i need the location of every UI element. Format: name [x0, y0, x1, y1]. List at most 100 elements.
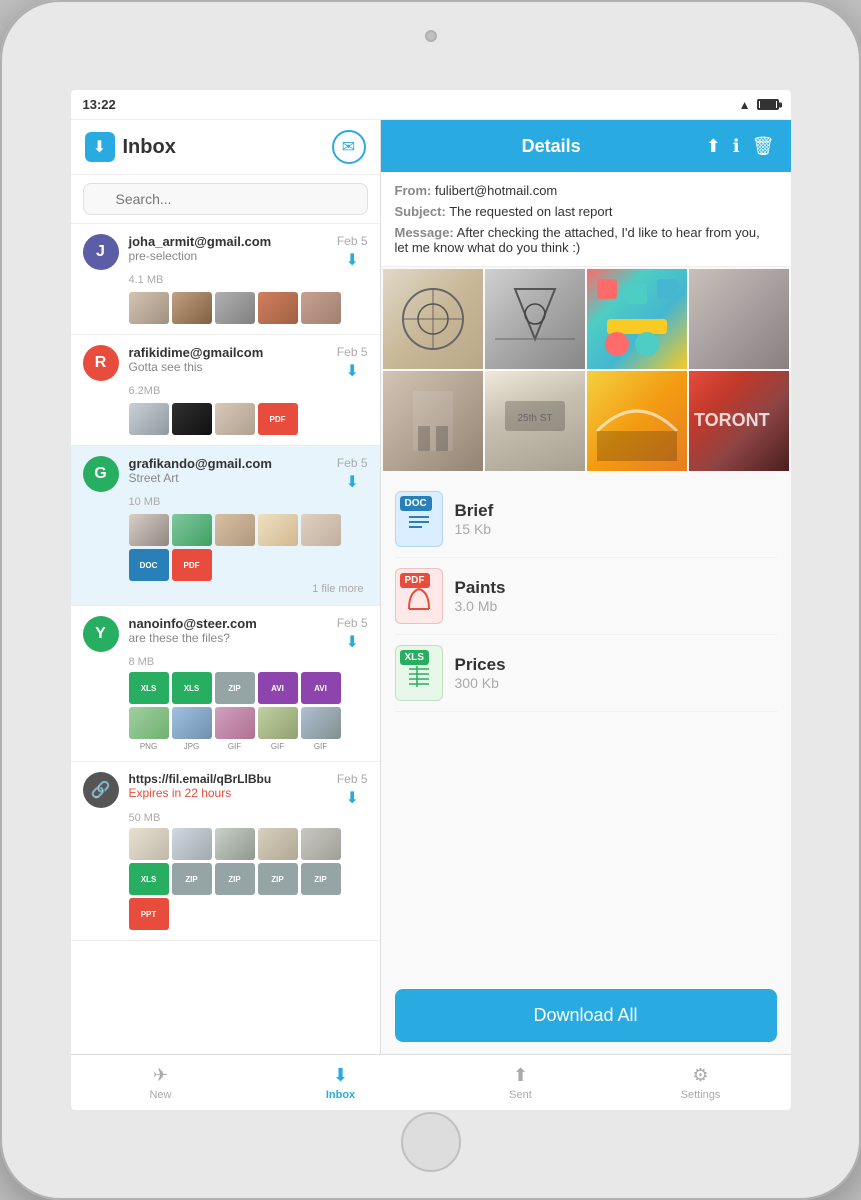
- photo-cell[interactable]: [689, 269, 789, 369]
- subject-row: Subject: The requested on last report: [395, 201, 777, 222]
- photo-cell[interactable]: 25th ST: [485, 371, 585, 471]
- file-info: Paints 3.0 Mb: [455, 578, 506, 614]
- xls-symbol: [404, 661, 434, 696]
- settings-tab-label: Settings: [681, 1089, 721, 1101]
- photo-cell[interactable]: [383, 371, 483, 471]
- inbox-tab-label: Inbox: [326, 1089, 355, 1101]
- sent-tab-icon: ⬆: [513, 1065, 528, 1086]
- email-item[interactable]: J joha_armit@gmail.com pre-selection Feb…: [71, 224, 380, 335]
- thumb-gif2: [258, 707, 298, 739]
- attachment-thumb: [129, 292, 169, 324]
- attachment-thumb: [172, 292, 212, 324]
- zip-badge: ZIP: [258, 863, 298, 895]
- attachment-thumb: [215, 514, 255, 546]
- file-row[interactable]: DOC Brief: [395, 481, 777, 558]
- detail-title: Details: [397, 136, 706, 157]
- email-item[interactable]: G grafikando@gmail.com Street Art Feb 5 …: [71, 446, 380, 606]
- share-button[interactable]: ⬆: [706, 136, 721, 157]
- tab-new[interactable]: ✈ New: [71, 1065, 251, 1101]
- email-item-header: J joha_armit@gmail.com pre-selection Feb…: [83, 234, 368, 270]
- email-date: Feb 5: [337, 616, 368, 630]
- pdf-badge: PDF: [172, 549, 212, 581]
- file-row[interactable]: XLS: [395, 635, 777, 712]
- subject-label: Subject:: [395, 204, 446, 219]
- download-all-button[interactable]: Download All: [395, 989, 777, 1042]
- photo-cell[interactable]: [587, 269, 687, 369]
- photos-grid: 25th ST TORONT: [381, 267, 791, 473]
- download-icon[interactable]: ⬇: [345, 788, 358, 808]
- new-tab-label: New: [149, 1089, 171, 1101]
- email-subject: pre-selection: [129, 249, 327, 263]
- avatar: Y: [83, 616, 119, 652]
- email-item[interactable]: 🔗 https://fil.email/qBrLlBbu Expires in …: [71, 762, 380, 941]
- email-subject: are these the files?: [129, 631, 327, 645]
- zip-badge: ZIP: [172, 863, 212, 895]
- photo-cell[interactable]: [485, 269, 585, 369]
- email-from: https://fil.email/qBrLlBbu: [129, 772, 327, 786]
- search-bar: [71, 175, 380, 224]
- attachment-thumb: [301, 292, 341, 324]
- attachment-thumbnails: [83, 292, 368, 324]
- xls-file-icon: XLS: [395, 645, 443, 701]
- photo-cell[interactable]: [587, 371, 687, 471]
- thumb-png: [129, 707, 169, 739]
- email-date: Feb 5: [337, 456, 368, 470]
- email-meta: nanoinfo@steer.com are these the files?: [129, 616, 327, 645]
- tab-settings[interactable]: ⚙ Settings: [611, 1065, 791, 1101]
- file-size: 6.2MB: [83, 385, 368, 397]
- ppt-badge: PPT: [129, 898, 169, 930]
- file-row[interactable]: PDF Paints 3.0 Mb: [395, 558, 777, 635]
- search-input[interactable]: [83, 183, 368, 215]
- tab-inbox[interactable]: ⬇ Inbox: [251, 1065, 431, 1101]
- from-value: fulibert@hotmail.com: [435, 183, 557, 198]
- email-item[interactable]: R rafikidime@gmailcom Gotta see this Feb…: [71, 335, 380, 446]
- search-wrapper: [83, 183, 368, 215]
- thumb: [172, 828, 212, 860]
- xls-type-label: XLS: [400, 650, 429, 665]
- file-badges-row1: XLS XLS ZIP AVI AVI: [83, 672, 368, 704]
- attachment-thumb: [172, 403, 212, 435]
- photo-cell[interactable]: TORONT: [689, 371, 789, 471]
- email-actions: Feb 5 ⬇: [337, 616, 368, 652]
- email-item-header: G grafikando@gmail.com Street Art Feb 5 …: [83, 456, 368, 492]
- email-subject: Street Art: [129, 471, 327, 485]
- doc-attachments: DOC PDF: [83, 549, 368, 581]
- doc-badge: DOC: [129, 549, 169, 581]
- file-size-detail: 15 Kb: [455, 521, 494, 537]
- attachment-thumb: [215, 292, 255, 324]
- attachment-thumb: [172, 514, 212, 546]
- email-meta: grafikando@gmail.com Street Art: [129, 456, 327, 485]
- compose-button[interactable]: ✉: [332, 130, 366, 164]
- screen: 13:22 ▲ ⬇ Inbox ✉: [71, 90, 791, 1110]
- file-label: GIF: [258, 742, 298, 751]
- tab-sent[interactable]: ⬆ Sent: [431, 1065, 611, 1101]
- email-from: nanoinfo@steer.com: [129, 616, 327, 631]
- pdf-file-icon: PDF: [395, 568, 443, 624]
- photo-cell[interactable]: [383, 269, 483, 369]
- file-info: Brief 15 Kb: [455, 501, 494, 537]
- avatar: J: [83, 234, 119, 270]
- download-icon[interactable]: ⬇: [345, 250, 358, 270]
- thumb: [258, 828, 298, 860]
- zip-badge: ZIP: [301, 863, 341, 895]
- info-icon: ℹ: [733, 136, 740, 156]
- download-icon[interactable]: ⬇: [345, 361, 358, 381]
- email-item-header: R rafikidime@gmailcom Gotta see this Feb…: [83, 345, 368, 381]
- files-list: DOC Brief: [381, 473, 791, 981]
- expires-text: Expires in 22 hours: [129, 786, 327, 800]
- file-size-detail: 300 Kb: [455, 675, 506, 691]
- download-icon[interactable]: ⬇: [345, 472, 358, 492]
- delete-button[interactable]: 🗑: [752, 136, 775, 157]
- email-item[interactable]: Y nanoinfo@steer.com are these the files…: [71, 606, 380, 762]
- avatar: R: [83, 345, 119, 381]
- email-actions: Feb 5 ⬇: [337, 456, 368, 492]
- email-info: From: fulibert@hotmail.com Subject: The …: [381, 172, 791, 267]
- home-button[interactable]: [401, 1112, 461, 1172]
- info-button[interactable]: ℹ: [733, 136, 740, 157]
- download-icon[interactable]: ⬇: [345, 632, 358, 652]
- file-name: Prices: [455, 655, 506, 675]
- email-list: J joha_armit@gmail.com pre-selection Feb…: [71, 224, 380, 1054]
- detail-header: Details ⬆ ℹ 🗑: [381, 120, 791, 172]
- link-thumbnails: [83, 828, 368, 860]
- device: 13:22 ▲ ⬇ Inbox ✉: [0, 0, 861, 1200]
